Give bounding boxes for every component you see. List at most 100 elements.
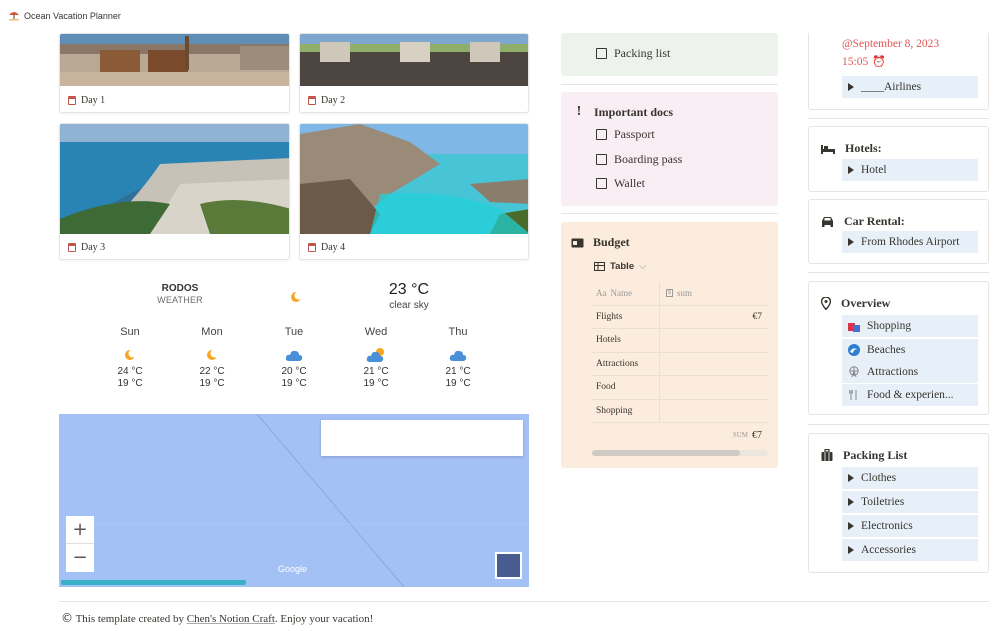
gallery-caption: Day 4 (308, 242, 345, 253)
calendar-icon (68, 96, 76, 105)
shopping-bags-icon (848, 323, 860, 332)
triangle-right-icon (848, 238, 854, 246)
checkbox[interactable] (596, 47, 607, 59)
divider (808, 272, 989, 273)
table-icon (594, 262, 605, 271)
overview-link-attractions[interactable]: Attractions (842, 361, 978, 383)
overview-title: Overview (841, 296, 891, 310)
gallery-card-day-4[interactable]: Day 4 (299, 123, 529, 260)
luggage-icon (821, 449, 833, 461)
checklist-callout: Packing list (561, 33, 778, 76)
forecast-day-name: Mon (201, 326, 223, 338)
toggle-label: Toiletries (861, 496, 905, 508)
gallery-card-day-3[interactable]: Day 3 (59, 123, 290, 260)
flight-card: @September 8, 2023 15:05 ⏰ ____Airlines (808, 33, 989, 110)
overview-card: Overview Shopping Beaches Attractions Fo… (808, 281, 989, 415)
column-header-sum[interactable]: $ sum (660, 288, 768, 298)
map-attribution: Google (278, 564, 308, 574)
forecast-day: Mon 22 °C 19 °C (182, 326, 242, 390)
sun-behind-cloud-icon (366, 348, 384, 362)
car-icon (822, 217, 833, 227)
sum-value: €7 (752, 429, 762, 441)
todo-item[interactable]: Wallet (596, 171, 645, 195)
overview-link-shopping[interactable]: Shopping (842, 315, 978, 337)
forecast-high: 21 °C (445, 366, 471, 377)
important-docs-title: Important docs (594, 104, 674, 119)
toggle-accessories[interactable]: Accessories (842, 539, 978, 561)
zoom-out-button[interactable]: − (66, 544, 94, 572)
todo-item[interactable]: Boarding pass (596, 147, 682, 171)
budget-callout: Budget Table ⌵ Aa Name $ sum Flights €7 Hot… (561, 222, 778, 468)
horizontal-scrollbar[interactable] (592, 450, 768, 456)
column-header-name[interactable]: Aa Name (592, 282, 660, 305)
forecast-day: Sun 24 °C 19 °C (100, 326, 160, 390)
todo-item[interactable]: Passport (596, 122, 655, 146)
table-row[interactable]: Attractions (592, 352, 768, 376)
toggle-hotel[interactable]: Hotel (842, 159, 978, 181)
divider (561, 84, 778, 85)
toggle-toiletries[interactable]: Toiletries (842, 491, 978, 513)
toggle-clothes[interactable]: Clothes (842, 467, 978, 489)
view-label: Table (610, 261, 635, 272)
copyright-icon: © (61, 611, 73, 625)
beach-photo (60, 34, 289, 86)
column-header-label: sum (677, 288, 693, 299)
toggle-label: From Rhodes Airport (861, 236, 960, 248)
todo-label: Wallet (614, 175, 646, 190)
view-selector[interactable]: Table ⌵ (594, 261, 646, 272)
gallery-card-day-1[interactable]: Day 1 (59, 33, 290, 113)
toggle-electronics[interactable]: Electronics (842, 515, 978, 537)
forecast-high: 21 °C (363, 366, 389, 377)
triangle-right-icon (848, 522, 854, 530)
map-embed[interactable]: + − Google (59, 414, 529, 587)
calendar-icon (68, 243, 76, 252)
map-scale-bar (61, 580, 246, 585)
bed-icon (821, 144, 835, 154)
budget-table: Aa Name $ sum Flights €7 Hotels Attractions… (592, 282, 768, 447)
gallery-card-day-2[interactable]: Day 2 (299, 33, 529, 113)
toggle-label: Accessories (861, 544, 916, 556)
checkbox[interactable] (596, 153, 607, 165)
table-row[interactable]: Hotels (592, 329, 768, 353)
packing-list-card: Packing List Clothes Toiletries Electron… (808, 433, 989, 573)
weather-widget: RODOS WEATHER 23 °C clear sky Sun 24 °C … (59, 270, 529, 410)
partly-sunny-icon (207, 349, 219, 360)
checkbox[interactable] (596, 177, 607, 189)
bay-photo (300, 124, 528, 234)
car-rental-card: Car Rental: From Rhodes Airport (808, 199, 989, 264)
checkbox[interactable] (596, 128, 607, 140)
current-condition: clear sky (389, 300, 429, 311)
forecast-day: Wed 21 °C 19 °C (346, 326, 406, 390)
overview-link-beaches[interactable]: Beaches (842, 339, 978, 361)
row-sum: €7 (752, 311, 763, 322)
map-layer-toggle[interactable] (495, 552, 522, 579)
forecast-day-name: Thu (448, 326, 468, 338)
overview-link-food[interactable]: Food & experien... (842, 384, 978, 406)
divider (808, 118, 989, 119)
zoom-in-button[interactable]: + (66, 516, 94, 544)
beach-umbrella-icon (9, 12, 19, 21)
toggle-label: ____Airlines (861, 81, 922, 93)
toggle-car-rental[interactable]: From Rhodes Airport (842, 231, 978, 253)
table-row[interactable]: Shopping (592, 399, 768, 423)
toggle-airlines[interactable]: ____Airlines (842, 76, 978, 98)
packing-list-title: Packing List (843, 448, 908, 462)
forecast-low: 19 °C (445, 378, 471, 389)
flight-date: @September 8, 2023 (842, 38, 940, 50)
todo-label: Passport (614, 126, 655, 141)
page-link-label: Food & experien... (867, 389, 954, 401)
exclamation-icon: ! (576, 104, 582, 119)
footer-text: © This template created by Chen's Notion… (61, 611, 373, 625)
fork-knife-icon (849, 390, 857, 400)
table-row[interactable]: Flights €7 (592, 305, 768, 329)
triangle-right-icon (848, 166, 854, 174)
gallery-caption-text: Day 4 (321, 242, 346, 253)
row-name: Hotels (592, 329, 660, 352)
scrollbar-thumb[interactable] (592, 450, 740, 456)
table-row[interactable]: Food (592, 376, 768, 400)
row-name: Attractions (592, 352, 660, 375)
todo-item[interactable]: Packing list (596, 41, 670, 65)
forecast-day-name: Tue (284, 326, 304, 338)
app-title: Ocean Vacation Planner (24, 11, 121, 21)
author-link[interactable]: Chen's Notion Craft (187, 613, 275, 625)
